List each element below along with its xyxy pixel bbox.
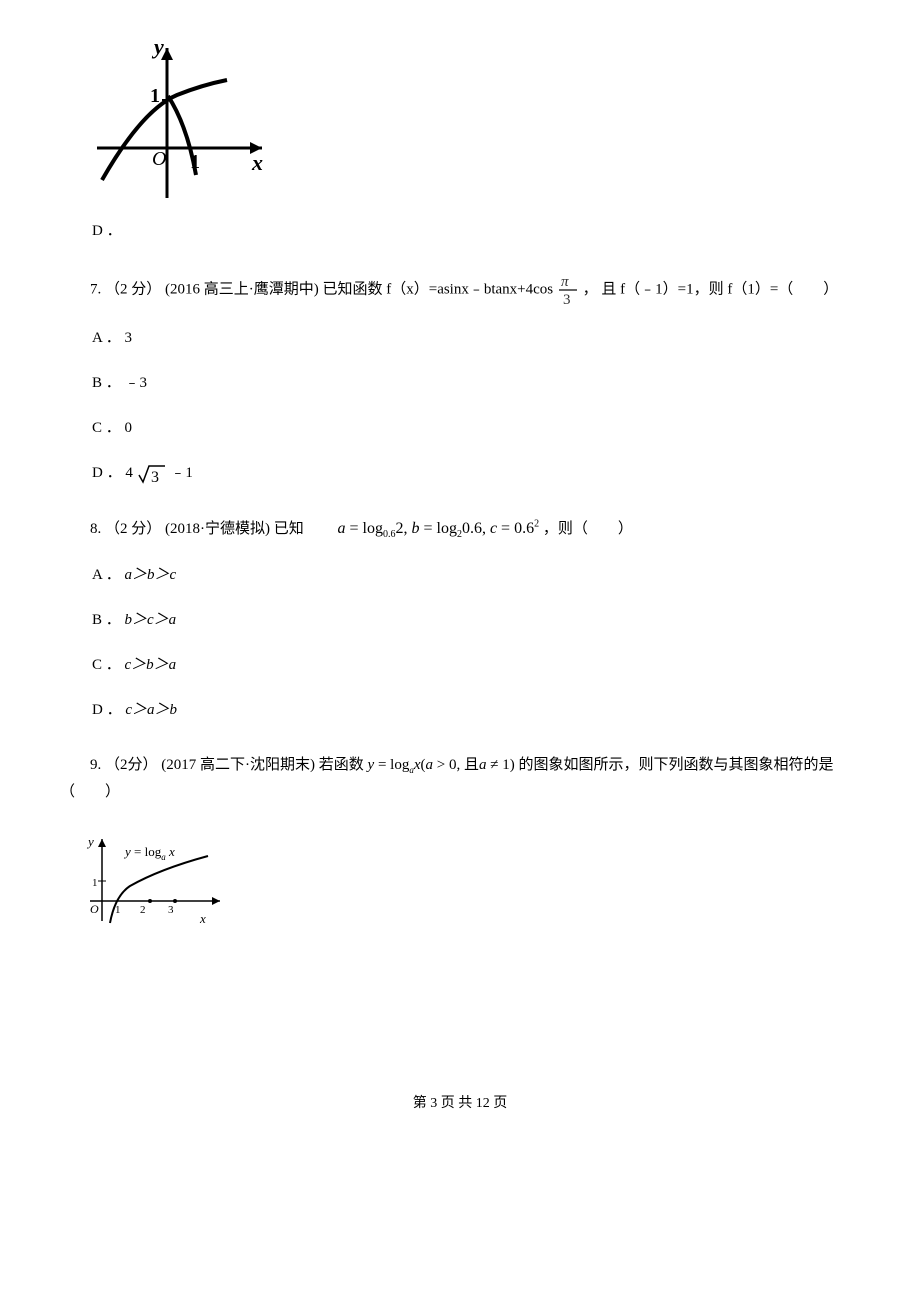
q9-formula-icon: y = logax(a > 0, 且a ≠ 1): [368, 752, 515, 779]
q8-optA-label: A ．: [92, 567, 125, 583]
svg-text:π: π: [561, 274, 569, 290]
q9-graph: y x O 1 2 3 1 y = loga x: [80, 831, 860, 931]
svg-text:y: y: [86, 834, 94, 849]
svg-text:1: 1: [190, 151, 200, 173]
svg-text:3: 3: [168, 904, 174, 916]
q7-optD-pre: D ． 4: [92, 465, 133, 481]
q8-option-b: B ． b＞c＞a: [92, 607, 860, 634]
q8-optB-formula: b＞c＞a: [125, 612, 177, 628]
q8-optD-formula: c＞a＞b: [125, 702, 177, 718]
svg-text:x: x: [251, 150, 263, 175]
q9-text-pre: 9. （2分） (2017 高二下·沈阳期末) 若函数: [90, 757, 368, 773]
q7-text-pre: 7. （2 分） (2016 高三上·鹰潭期中) 已知函数 f（x）=asinx…: [90, 281, 553, 297]
sqrt-3-icon: 3: [137, 462, 167, 486]
q7-option-b: B ． ﹣3: [92, 370, 860, 397]
svg-text:3: 3: [563, 292, 571, 307]
q7-option-d: D ． 4 3 ﹣1: [92, 460, 860, 487]
q8-option-c: C ． c＞b＞a: [92, 652, 860, 679]
question-7: 7. （2 分） (2016 高三上·鹰潭期中) 已知函数 f（x）=asinx…: [60, 273, 860, 487]
q8-optD-label: D ．: [92, 702, 125, 718]
q8-option-a: A ． a＞b＞c: [92, 562, 860, 589]
q7-option-c: C ． 0: [92, 415, 860, 442]
svg-text:O: O: [90, 902, 99, 916]
q7-optD-post: ﹣1: [170, 465, 193, 481]
svg-text:x: x: [199, 911, 206, 926]
svg-text:1: 1: [92, 877, 98, 889]
q9-line1: 9. （2分） (2017 高二下·沈阳期末) 若函数 y = logax(a …: [60, 757, 833, 800]
q8-optA-formula: a＞b＞c: [125, 567, 177, 583]
svg-text:2: 2: [140, 904, 146, 916]
q8-text-post: ，则（ ）: [543, 521, 633, 537]
svg-text:y = loga x: y = loga x: [123, 844, 175, 862]
q8-optC-label: C ．: [92, 657, 125, 673]
svg-text:3: 3: [151, 469, 159, 486]
q6-optD-graph: y x O 1 1: [92, 40, 860, 200]
q8-optC-formula: c＞b＞a: [125, 657, 177, 673]
q7-option-a: A ． 3: [92, 325, 860, 352]
page-footer: 第 3 页 共 12 页: [60, 1091, 860, 1116]
q8-formula-icon: a = log0.62, b = log20.6, c = 0.62: [308, 515, 540, 544]
q7-text-post: ， 且 f（﹣1）=1，则 f（1）=（ ）: [583, 281, 839, 297]
svg-text:y: y: [151, 40, 164, 59]
q8-option-d: D ． c＞a＞b: [92, 697, 860, 724]
q6-option-d-label: D ．: [92, 218, 860, 245]
question-8: 8. （2 分） (2018·宁德模拟) 已知 a = log0.62, b =…: [60, 515, 860, 724]
pi-over-3-icon: π 3: [557, 273, 579, 307]
q8-text-pre: 8. （2 分） (2018·宁德模拟) 已知: [90, 521, 308, 537]
question-9: 9. （2分） (2017 高二下·沈阳期末) 若函数 y = logax(a …: [60, 752, 860, 806]
svg-text:1: 1: [115, 904, 121, 916]
svg-text:O: O: [152, 148, 166, 170]
svg-text:1: 1: [150, 85, 160, 107]
q8-optB-label: B ．: [92, 612, 125, 628]
